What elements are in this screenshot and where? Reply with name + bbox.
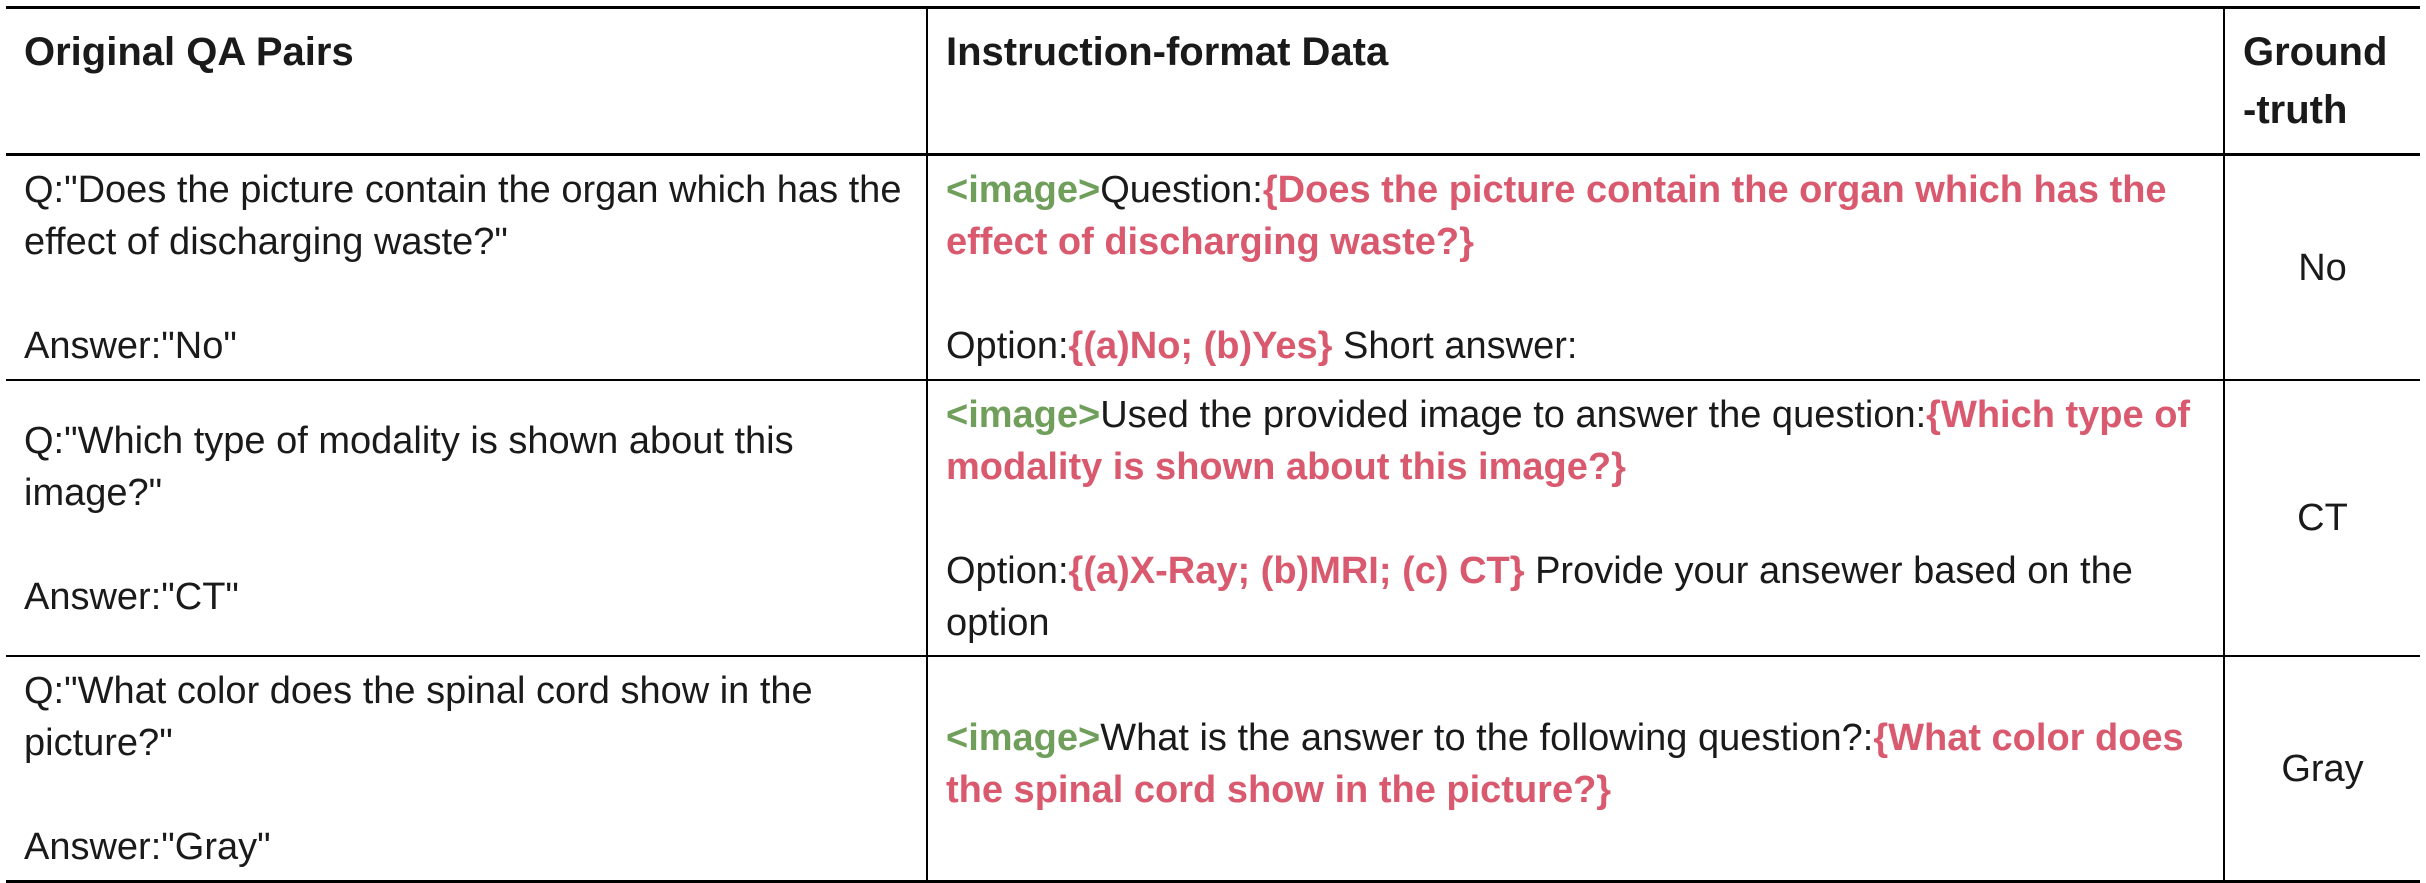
instruction-options: Option:{(a)No; (b)Yes} Short answer: [946,320,2205,372]
option-label: Option: [946,550,1069,592]
instruction-cell: <image>What is the answer to the followi… [927,656,2225,883]
qa-question: Q:"What color does the spinal cord show … [24,670,813,764]
table-row: Q:"Which type of modality is shown about… [6,380,2420,657]
ground-truth-cell: No [2224,154,2420,381]
instruction-prompt: <image>Used the provided image to answer… [946,389,2205,493]
table-row: Q:"Does the picture contain the organ wh… [6,154,2420,381]
qa-answer: Answer:"CT" [24,576,239,618]
instruction-prompt: <image>Question:{Does the picture contai… [946,164,2205,268]
qa-question: Q:"Does the picture contain the organ wh… [24,169,902,263]
instruction-cell: <image>Used the provided image to answer… [927,380,2225,657]
qa-cell: Q:"Which type of modality is shown about… [6,380,928,657]
qa-cell: Q:"What color does the spinal cord show … [6,656,928,883]
image-tag: <image> [946,169,1101,211]
qa-answer: Answer:"No" [24,325,237,367]
options-highlight: {(a)X-Ray; (b)MRI; (c) CT} [1068,550,1525,592]
qa-cell: Q:"Does the picture contain the organ wh… [6,154,928,381]
header-ground-truth-line1: Ground [2243,30,2388,74]
instruction-cell: <image>Question:{Does the picture contai… [927,154,2225,381]
instruction-options: Option:{(a)X-Ray; (b)MRI; (c) CT} Provid… [946,545,2205,649]
header-ground-truth-line2: -truth [2243,88,2348,132]
header-original-qa-pairs: Original QA Pairs [6,6,928,156]
prompt-prefix: What is the answer to the following ques… [1100,716,1874,759]
header-row: Original QA Pairs Instruction-format Dat… [6,6,2420,156]
header-ground-truth: Ground -truth [2224,6,2420,156]
instruction-prompt: <image>What is the answer to the followi… [946,712,2205,816]
qa-instruction-table: Original QA Pairs Instruction-format Dat… [6,6,2420,883]
image-tag: <image> [946,394,1101,436]
prompt-prefix: Used the provided image to answer the qu… [1100,394,1927,436]
option-suffix: Short answer: [1332,325,1578,367]
qa-question: Q:"Which type of modality is shown about… [24,420,794,514]
image-tag: <image> [946,716,1101,759]
table-row: Q:"What color does the spinal cord show … [6,656,2420,883]
qa-answer: Answer:"Gray" [24,826,271,868]
ground-truth-cell: Gray [2224,656,2420,883]
prompt-prefix: Question: [1100,169,1263,211]
options-highlight: {(a)No; (b)Yes} [1068,325,1333,367]
header-instruction-format-data: Instruction-format Data [927,6,2225,156]
ground-truth-cell: CT [2224,380,2420,657]
option-label: Option: [946,325,1069,367]
